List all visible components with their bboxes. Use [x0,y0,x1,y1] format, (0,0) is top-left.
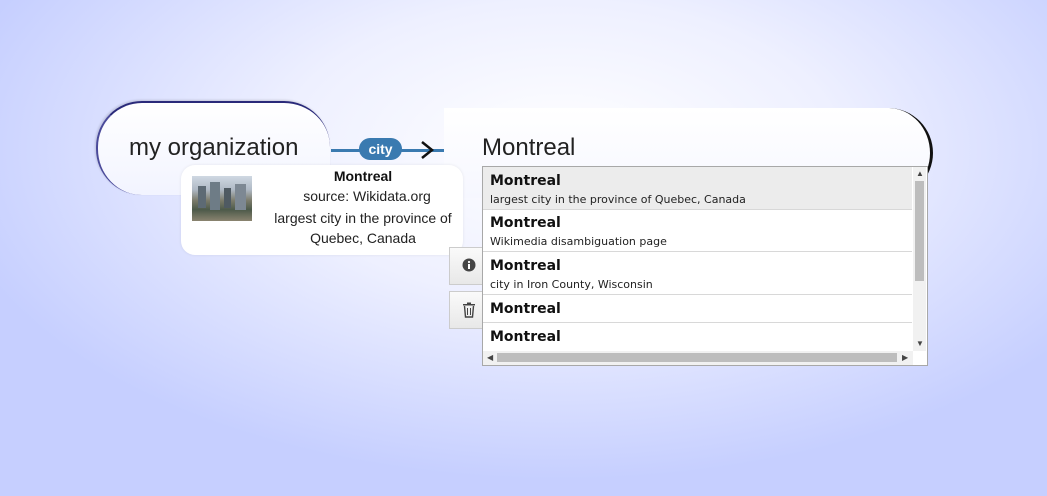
suggestion-item[interactable]: Montreal city in Iron County, Wisconsin [483,252,912,295]
suggestion-dropdown[interactable]: Montreal largest city in the province of… [482,166,928,366]
suggestion-title: Montreal [490,301,561,317]
vertical-scrollbar[interactable]: ▲ ▼ [913,167,926,351]
arrow-head-icon [421,141,435,159]
scroll-down-icon[interactable]: ▼ [916,340,924,348]
info-button[interactable] [449,247,486,285]
edge-line-left [331,149,361,152]
city-thumbnail-image [192,176,252,221]
info-icon [462,258,476,272]
suggestion-item[interactable]: Montreal [483,295,912,323]
suggestion-title: Montreal [490,258,561,274]
suggestion-title: Montreal [490,173,561,189]
horizontal-scrollbar[interactable]: ◀ ▶ [483,351,913,365]
trash-icon [463,302,475,318]
scroll-left-icon[interactable]: ◀ [487,354,493,362]
edge-label-city[interactable]: city [359,138,402,160]
scroll-up-icon[interactable]: ▲ [916,170,924,178]
suggestion-item[interactable]: Montreal largest city in the province of… [483,167,912,210]
suggestion-description: largest city in the province of Quebec, … [490,193,746,206]
suggestion-title: Montreal [490,329,561,345]
info-card-description: largest city in the province of Quebec, … [274,210,452,246]
suggestion-title: Montreal [490,215,561,231]
suggestion-description: Wikimedia disambiguation page [490,235,667,248]
source-node-label: my organization [129,134,299,161]
info-card-source: source: Wikidata.org [303,188,431,204]
scroll-right-icon[interactable]: ▶ [902,354,908,362]
vertical-scroll-thumb[interactable] [915,181,924,281]
horizontal-scroll-thumb[interactable] [497,353,897,362]
suggestion-description: city in Iron County, Wisconsin [490,278,653,291]
target-node-label[interactable]: Montreal [482,134,575,162]
suggestion-item[interactable]: Montreal Wikimedia disambiguation page [483,210,912,252]
suggestion-item[interactable]: Montreal [483,323,912,351]
info-card-title: Montreal [333,168,393,184]
delete-button[interactable] [449,291,486,329]
